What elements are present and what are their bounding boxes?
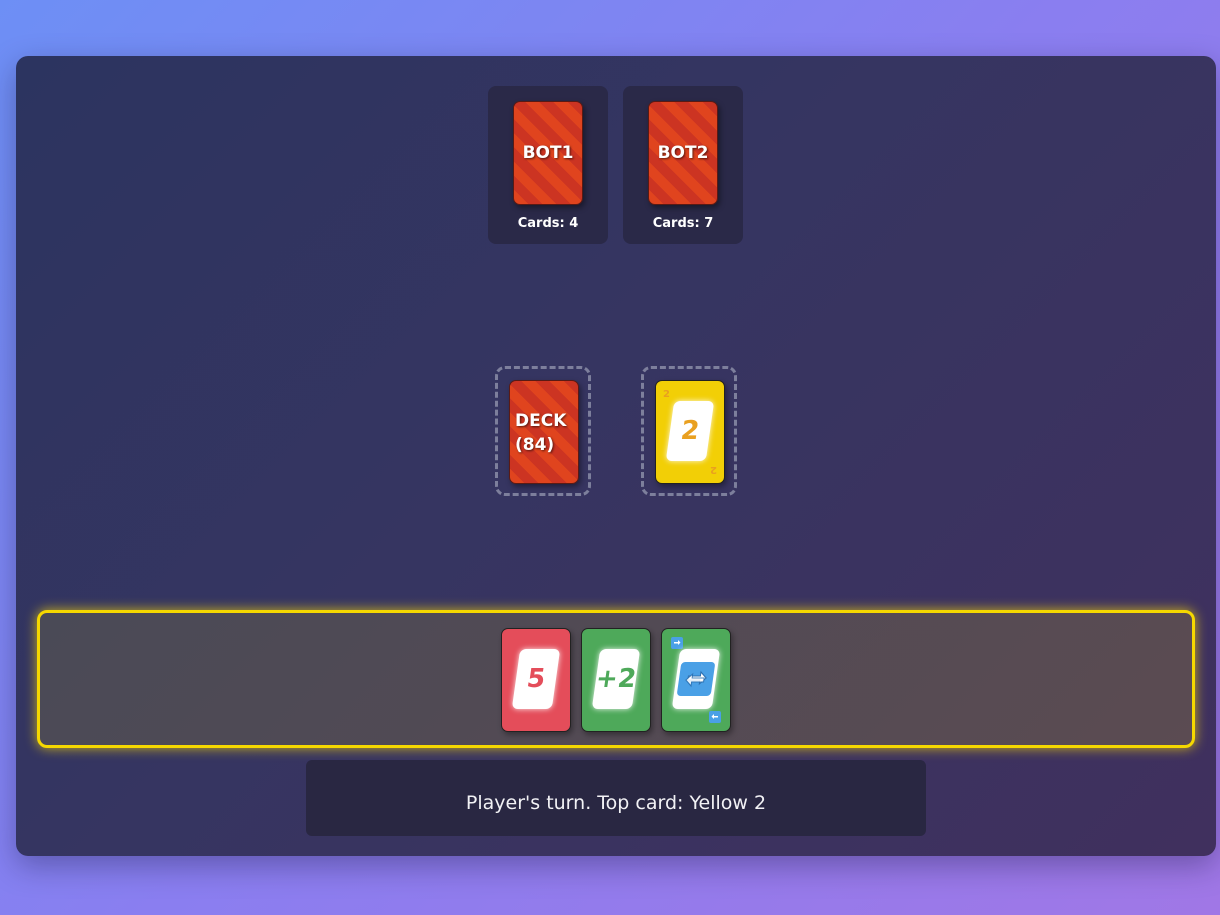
hand-card-green-reverse[interactable] [661,628,731,732]
status-message: Player's turn. Top card: Yellow 2 [306,760,926,836]
hand-card-green-draw2[interactable]: +2 [581,628,651,732]
bot-panel-bot1: BOT1 Cards: 4 [488,86,608,244]
draw-deck[interactable]: DECK (84) [509,380,579,484]
bot1-card-count: Cards: 4 [517,216,579,231]
reverse-corner-icon [709,711,721,723]
reverse-corner-icon [671,637,683,649]
bot2-card-count: Cards: 7 [652,216,714,231]
game-table: BOT1 Cards: 4 BOT2 Cards: 7 DECK (84) 2 … [16,56,1216,856]
discard-slot: 2 2 2 [641,366,737,496]
player-hand: 5 +2 [37,610,1195,748]
deck-count: (84) [515,435,555,455]
bot-panel-bot2: BOT2 Cards: 7 [623,86,743,244]
bot2-name: BOT2 [657,143,709,163]
bot1-name: BOT1 [522,143,574,163]
discard-card-value: 2 [665,401,715,461]
hand-card-value: +2 [591,649,641,709]
bot2-card-back: BOT2 [648,101,718,205]
hand-card-value [671,649,721,709]
discard-top-card: 2 2 2 [655,380,725,484]
bot1-card-back: BOT1 [513,101,583,205]
discard-corner-top: 2 [663,389,670,400]
reverse-arrows-icon [676,662,716,696]
deck-label: DECK [515,411,567,431]
hand-card-red-5[interactable]: 5 [501,628,571,732]
deck-slot: DECK (84) [495,366,591,496]
hand-card-value: 5 [511,649,561,709]
discard-corner-bottom: 2 [710,464,717,475]
